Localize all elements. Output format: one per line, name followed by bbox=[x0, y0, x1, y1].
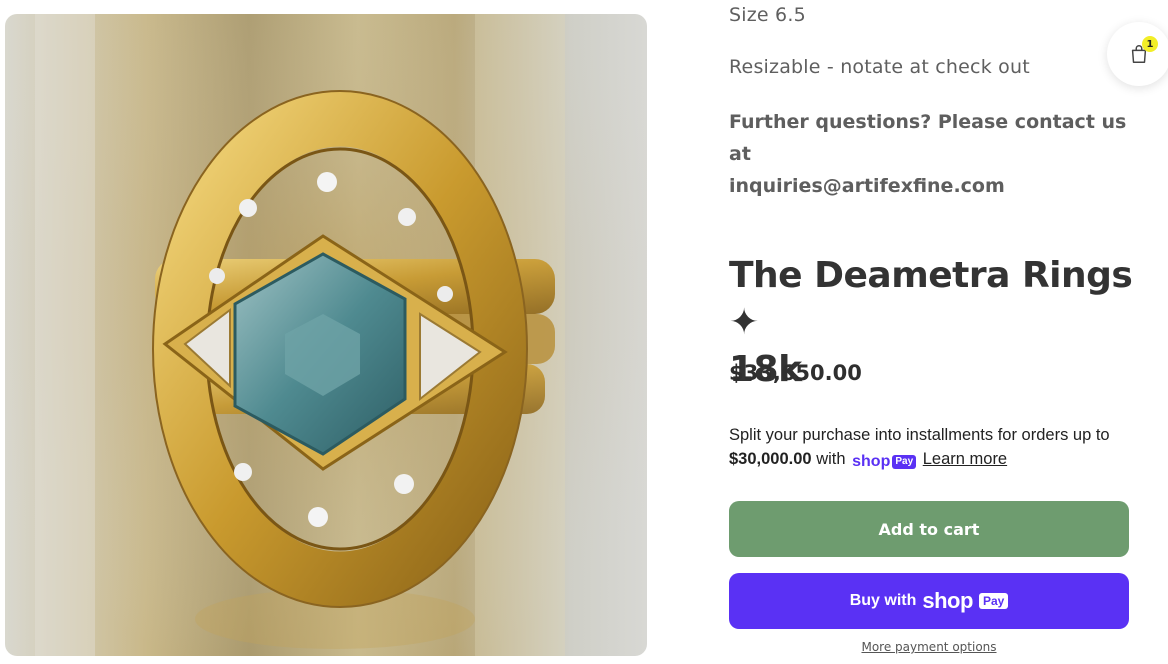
add-to-cart-button[interactable]: Add to cart bbox=[729, 501, 1129, 557]
size-text: Size 6.5 bbox=[729, 4, 806, 26]
buy-with-label: Buy with bbox=[849, 592, 917, 609]
shop-pay-logo: shop Pay bbox=[852, 450, 917, 474]
shop-pay-logo-word: shop bbox=[852, 453, 891, 470]
contact-note: Further questions? Please contact us at … bbox=[729, 106, 1129, 202]
contact-email: inquiries@artifexfine.com bbox=[729, 175, 1005, 197]
shop-pay-logo-box: Pay bbox=[892, 455, 917, 469]
product-price: $33,650.00 bbox=[729, 361, 862, 385]
installments-with: with bbox=[816, 450, 846, 468]
resize-note: Resizable - notate at check out bbox=[729, 56, 1030, 78]
cart-count-badge: 1 bbox=[1142, 36, 1158, 52]
pay-logo-box: Pay bbox=[978, 593, 1009, 609]
contact-note-line: Further questions? Please contact us at bbox=[729, 111, 1127, 165]
shop-logo-word: shop bbox=[922, 588, 973, 613]
product-title-line1: The Deametra Rings ✦ bbox=[729, 255, 1133, 343]
product-image[interactable] bbox=[5, 14, 647, 656]
installments-text: Split your purchase into installments fo… bbox=[729, 426, 1110, 444]
installments-banner: Split your purchase into installments fo… bbox=[729, 423, 1129, 474]
installments-limit: $30,000.00 bbox=[729, 450, 812, 468]
buy-with-shop-pay-button[interactable]: Buy with shop Pay bbox=[729, 573, 1129, 629]
more-payment-options-link[interactable]: More payment options bbox=[729, 640, 1129, 654]
cart-button[interactable]: 1 bbox=[1107, 22, 1168, 86]
ring-photo bbox=[5, 14, 647, 656]
learn-more-link[interactable]: Learn more bbox=[923, 450, 1007, 468]
